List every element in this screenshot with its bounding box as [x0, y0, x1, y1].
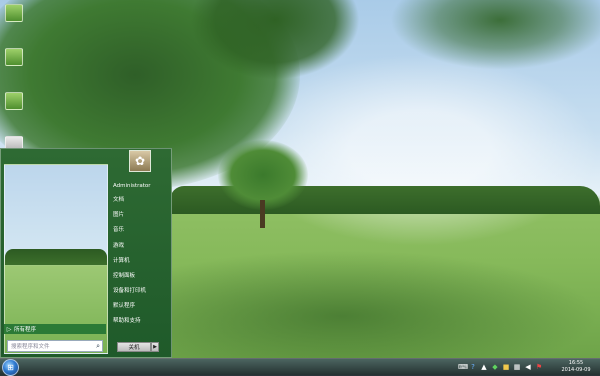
volume-icon[interactable]: ◀: [524, 363, 532, 371]
arrow-right-icon: ▷: [6, 325, 12, 333]
flag-icon[interactable]: ⚑: [535, 363, 543, 371]
search-placeholder: 搜索程序和文件: [11, 344, 50, 350]
all-programs-label: 所有程序: [14, 327, 37, 333]
clock-date: 2014-09-09: [561, 367, 591, 373]
start-menu: ▷ 所有程序 搜索程序和文件 ⌕ ✿ Administrator 文档 图片 音…: [0, 148, 172, 358]
desktop-icon-folder[interactable]: [5, 48, 23, 66]
menu-item-default-programs[interactable]: 默认程序: [113, 301, 169, 311]
menu-item-documents[interactable]: 文档: [113, 195, 169, 205]
tree-canopy-right: [390, 0, 600, 70]
shutdown-options-button[interactable]: ▶: [151, 342, 159, 352]
start-button[interactable]: ⊞: [2, 359, 19, 376]
flower-icon: ✿: [134, 154, 146, 168]
help-icon[interactable]: ?: [469, 363, 477, 371]
ground-shadow: [170, 250, 600, 360]
all-programs-button[interactable]: ▷ 所有程序: [4, 324, 106, 334]
shutdown-button[interactable]: 关机: [117, 342, 151, 352]
start-menu-right-pane: ✿ Administrator 文档 图片 音乐 游戏 计算机 控制面板 设备和…: [109, 149, 171, 357]
menu-item-control-panel[interactable]: 控制面板: [113, 271, 169, 281]
menu-item-music[interactable]: 音乐: [113, 225, 169, 235]
user-picture[interactable]: ✿: [129, 150, 151, 172]
menu-item-games[interactable]: 游戏: [113, 241, 169, 251]
folder-icon[interactable]: ■: [502, 363, 510, 371]
shield-icon[interactable]: ◆: [491, 363, 499, 371]
chevron-right-icon: ▶: [153, 344, 157, 350]
menu-item-pictures[interactable]: 图片: [113, 210, 169, 220]
windows-logo-icon: ⊞: [7, 363, 14, 372]
desktop-icon-computer[interactable]: [5, 4, 23, 22]
left-pane-trees: [5, 249, 107, 265]
tree-trunk: [260, 200, 265, 228]
system-clock[interactable]: 16:55 2014-09-09: [556, 360, 596, 374]
notification-icon[interactable]: ▲: [480, 363, 488, 371]
search-icon[interactable]: ⌕: [96, 342, 102, 351]
taskbar: ⊞ ⌨ ? ▲ ◆ ■ ▦ ◀ ⚑ 16:55 2014-09-09: [0, 358, 600, 376]
start-search-input[interactable]: 搜索程序和文件 ⌕: [7, 340, 103, 352]
clock-time: 16:55: [568, 360, 584, 366]
menu-item-help-support[interactable]: 帮助和支持: [113, 316, 169, 326]
keyboard-icon[interactable]: ⌨: [458, 363, 468, 371]
system-tray: ⌨ ? ▲ ◆ ■ ▦ ◀ ⚑: [458, 361, 543, 373]
menu-item-administrator[interactable]: Administrator: [113, 181, 169, 191]
desktop-icon-network[interactable]: [5, 92, 23, 110]
menu-item-computer[interactable]: 计算机: [113, 256, 169, 266]
network-icon[interactable]: ▦: [513, 363, 521, 371]
menu-item-devices-printers[interactable]: 设备和打印机: [113, 286, 169, 296]
